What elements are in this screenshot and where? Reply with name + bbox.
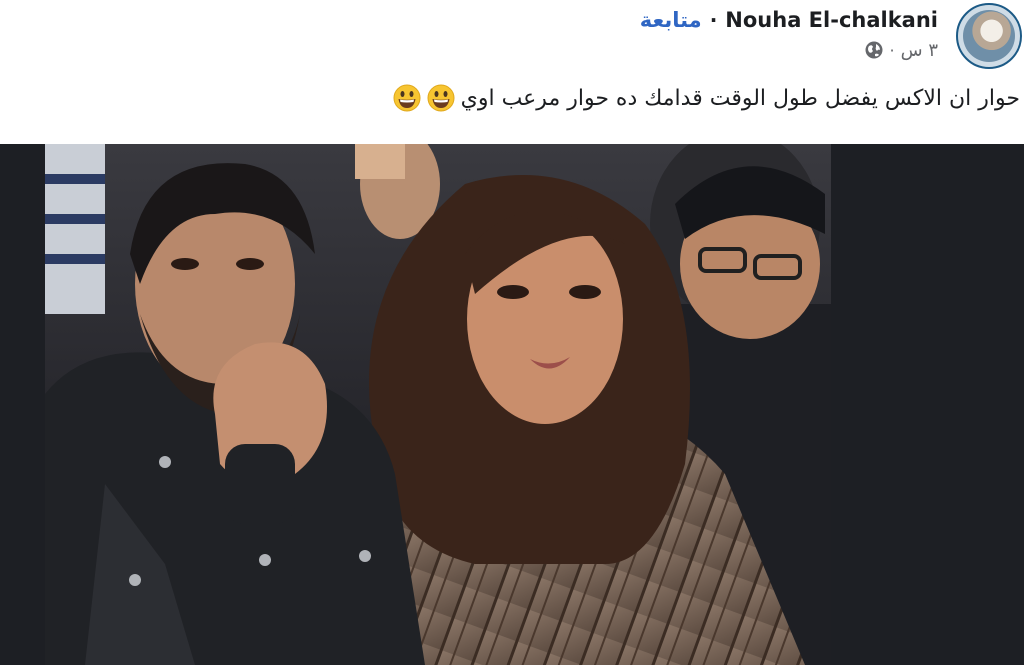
avatar-image	[963, 10, 1015, 62]
grinning-face-emoji	[427, 84, 455, 112]
post-timestamp[interactable]: ٣ س	[901, 40, 938, 61]
author-name[interactable]: Nouha El-chalkani	[725, 8, 938, 32]
grinning-face-emoji	[393, 84, 421, 112]
post-header: Nouha El-chalkani · متابعة ٣ س · حوار ان…	[0, 0, 1024, 144]
author-line: Nouha El-chalkani · متابعة	[640, 6, 938, 34]
post-caption: حوار ان الاكس يفضل طول الوقت قدامك ده حو…	[393, 80, 1020, 116]
post-meta: ٣ س ·	[864, 38, 938, 62]
post-photo[interactable]	[45, 144, 831, 665]
meta-separator: ·	[889, 40, 895, 60]
name-separator: ·	[709, 8, 718, 32]
follow-link[interactable]: متابعة	[640, 8, 702, 32]
globe-icon	[864, 40, 884, 60]
post-media-container	[0, 144, 1024, 665]
facebook-post: Nouha El-chalkani · متابعة ٣ س · حوار ان…	[0, 0, 1024, 665]
caption-text: حوار ان الاكس يفضل طول الوقت قدامك ده حو…	[460, 85, 1020, 111]
author-avatar[interactable]	[956, 3, 1022, 69]
